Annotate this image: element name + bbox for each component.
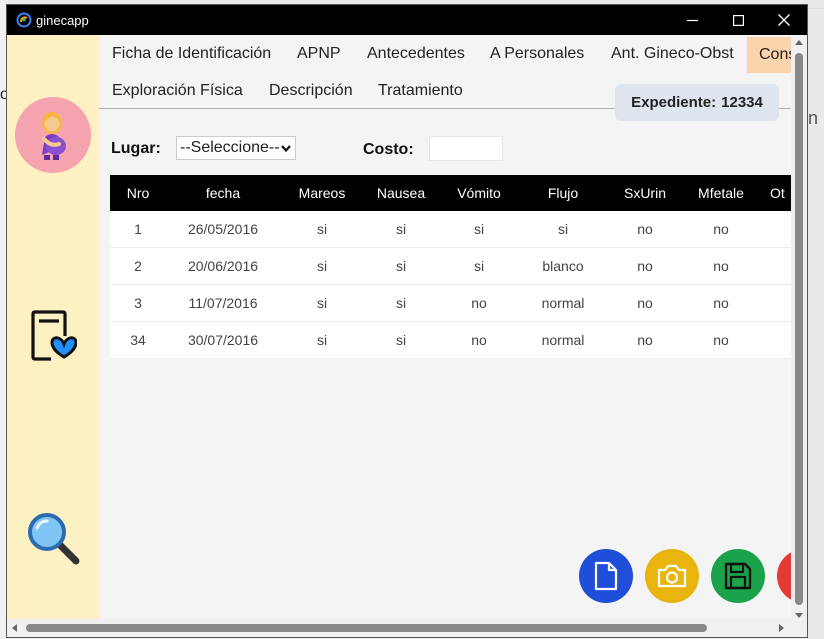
cell-sxurin: no xyxy=(637,258,653,274)
new-document-button[interactable] xyxy=(579,549,633,603)
costo-label: Costo: xyxy=(363,141,414,158)
table-header: Nro fecha Mareos Nausea Vómito Flujo SxU… xyxy=(110,175,791,211)
column-header-nro[interactable]: Nro xyxy=(110,175,166,211)
cell-mfetale: no xyxy=(713,332,729,348)
tab-antecedentes[interactable]: Antecedentes xyxy=(367,45,465,63)
cell-flujo: normal xyxy=(541,295,585,311)
cell-sxurin: no xyxy=(637,221,653,237)
document-icon xyxy=(594,561,618,591)
maximize-icon xyxy=(732,14,744,26)
tab-ficha-identificacion[interactable]: Ficha de Identificación xyxy=(112,45,271,63)
tab-apnp[interactable]: APNP xyxy=(297,45,341,63)
medical-record-heart-icon[interactable] xyxy=(27,309,77,361)
cell-nro: 2 xyxy=(134,258,142,274)
cell-flujo: si xyxy=(557,221,569,237)
table-row[interactable]: 3 11/07/2016 si si no normal no no xyxy=(110,285,791,322)
horizontal-scroll-thumb[interactable] xyxy=(26,624,707,632)
column-header-nausea[interactable]: Nausea xyxy=(364,175,438,211)
app-window: ginecapp Ficha de Identificación APNP An… xyxy=(7,5,807,637)
cell-mfetale: no xyxy=(713,221,729,237)
cell-nausea: si xyxy=(395,258,407,274)
chevron-down-icon xyxy=(281,145,291,153)
cell-fecha: 30/07/2016 xyxy=(187,332,259,348)
close-button[interactable] xyxy=(761,5,807,35)
cell-mareos: si xyxy=(316,332,328,348)
cell-nro: 1 xyxy=(134,221,142,237)
expediente-value: 12334 xyxy=(721,94,763,111)
delete-button[interactable] xyxy=(777,549,791,603)
column-header-mfetale[interactable]: Mfetale xyxy=(684,175,758,211)
maximize-button[interactable] xyxy=(715,5,761,35)
save-icon xyxy=(724,562,752,590)
cell-fecha: 26/05/2016 xyxy=(187,221,259,237)
save-button[interactable] xyxy=(711,549,765,603)
cell-fecha: 20/06/2016 xyxy=(187,258,259,274)
table-row[interactable]: 2 20/06/2016 si si si blanco no no xyxy=(110,248,791,285)
vertical-scrollbar[interactable] xyxy=(791,35,807,625)
expediente-label: Expediente: xyxy=(631,94,717,111)
scroll-up-arrow-icon[interactable] xyxy=(795,40,803,45)
column-header-fecha[interactable]: fecha xyxy=(166,175,280,211)
minimize-icon xyxy=(686,19,698,21)
background-divider xyxy=(808,8,824,9)
cell-fecha: 11/07/2016 xyxy=(188,295,258,311)
column-header-sxurin[interactable]: SxUrin xyxy=(606,175,684,211)
search-icon[interactable] xyxy=(26,511,80,565)
column-header-vomito[interactable]: Vómito xyxy=(438,175,520,211)
tab-a-personales[interactable]: A Personales xyxy=(490,45,584,63)
costo-input[interactable] xyxy=(429,136,503,161)
scroll-right-arrow-icon[interactable] xyxy=(779,624,784,632)
scroll-down-arrow-icon[interactable] xyxy=(795,613,803,618)
cell-nausea: si xyxy=(395,295,407,311)
cell-flujo: normal xyxy=(541,332,585,348)
lugar-select[interactable]: --Seleccione-- xyxy=(176,136,296,160)
window-title: ginecapp xyxy=(36,13,89,28)
table-row[interactable]: 1 26/05/2016 si si si si no no xyxy=(110,211,791,248)
cell-nro: 3 xyxy=(134,295,142,311)
cell-flujo: blanco xyxy=(542,258,584,274)
cell-sxurin: no xyxy=(637,295,653,311)
pregnant-woman-icon xyxy=(42,112,66,160)
lugar-label: Lugar: xyxy=(111,140,161,157)
cell-mfetale: no xyxy=(713,258,729,274)
cell-vomito: si xyxy=(473,258,485,274)
title-bar: ginecapp xyxy=(7,5,807,35)
close-icon xyxy=(778,14,790,26)
cell-nausea: si xyxy=(395,332,407,348)
sidebar xyxy=(7,35,99,637)
camera-icon xyxy=(657,564,687,588)
patient-avatar-button[interactable] xyxy=(15,97,91,173)
vertical-scroll-thumb[interactable] xyxy=(795,53,803,605)
cell-sxurin: no xyxy=(637,332,653,348)
column-header-flujo[interactable]: Flujo xyxy=(520,175,606,211)
expediente-badge: Expediente: 12334 xyxy=(615,84,779,121)
cell-mareos: si xyxy=(316,221,328,237)
column-header-otros[interactable]: Ot xyxy=(770,175,791,211)
scroll-left-arrow-icon[interactable] xyxy=(12,624,17,632)
cell-mfetale: no xyxy=(713,295,729,311)
cell-nausea: si xyxy=(395,221,407,237)
tab-descripcion[interactable]: Descripción xyxy=(269,82,353,100)
tab-tratamiento[interactable]: Tratamiento xyxy=(378,82,463,100)
column-header-mareos[interactable]: Mareos xyxy=(280,175,364,211)
table-row[interactable]: 34 30/07/2016 si si no normal no no xyxy=(110,322,791,359)
tab-consultas[interactable]: Cons xyxy=(747,37,791,73)
cell-mareos: si xyxy=(316,295,328,311)
cell-nro: 34 xyxy=(130,332,146,348)
cell-vomito: si xyxy=(473,221,485,237)
cell-vomito: no xyxy=(471,332,487,348)
tab-ant-gineco-obst[interactable]: Ant. Gineco-Obst xyxy=(611,45,734,63)
camera-button[interactable] xyxy=(645,549,699,603)
cell-vomito: no xyxy=(471,295,487,311)
minimize-button[interactable] xyxy=(669,5,715,35)
horizontal-scrollbar[interactable] xyxy=(7,619,807,637)
app-logo-icon xyxy=(16,12,32,28)
background-text-fragment: n xyxy=(808,108,819,128)
main-content: Ficha de Identificación APNP Antecedente… xyxy=(99,35,791,625)
tab-exploracion-fisica[interactable]: Exploración Física xyxy=(112,82,243,100)
cell-mareos: si xyxy=(316,258,328,274)
consultas-table: Nro fecha Mareos Nausea Vómito Flujo SxU… xyxy=(110,175,791,359)
lugar-select-value: --Seleccione-- xyxy=(180,139,280,156)
